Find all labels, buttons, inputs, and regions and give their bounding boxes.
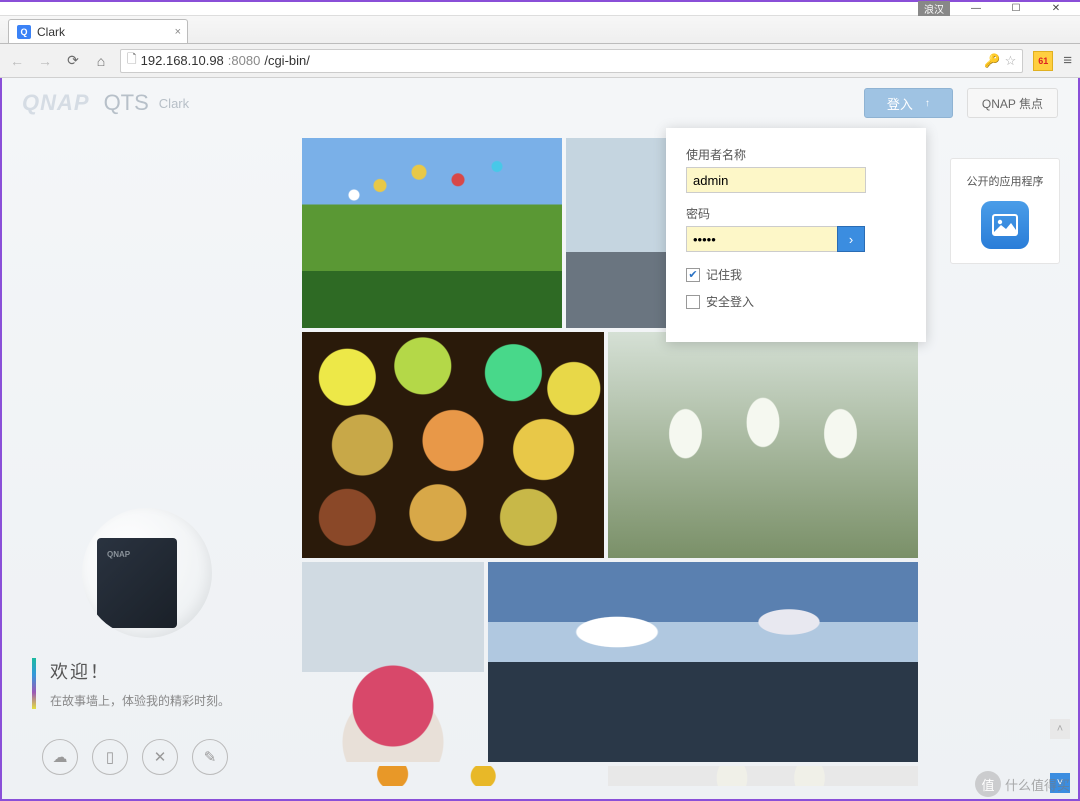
login-button[interactable]: 登入 ↑ — [864, 88, 953, 118]
nav-back-icon[interactable]: ← — [8, 53, 26, 69]
browser-tab[interactable]: Q Clark × — [8, 19, 188, 43]
key-icon[interactable]: 🔑 — [984, 53, 1000, 69]
photo-thumbnail[interactable] — [302, 766, 604, 786]
username-label: 使用者名称 — [686, 146, 906, 163]
window-minimize[interactable]: — — [956, 2, 996, 16]
remember-label: 记住我 — [706, 266, 742, 283]
browser-menu-icon[interactable]: ≡ — [1063, 52, 1072, 69]
login-popover: 使用者名称 密码 › ✔ 记住我 安全登入 — [666, 128, 926, 342]
watermark-text: 什么值得买 — [1005, 775, 1070, 794]
url-host: 192.168.10.98 — [141, 53, 224, 68]
photo-thumbnail[interactable] — [488, 562, 918, 762]
tools-icon[interactable]: ✕ — [142, 739, 178, 775]
mobile-icon[interactable]: ▯ — [92, 739, 128, 775]
watermark-badge: 值 — [975, 771, 1001, 797]
edit-icon[interactable]: ✎ — [192, 739, 228, 775]
qts-product: QTS — [104, 90, 149, 116]
scroll-up-icon[interactable]: ˄ — [1050, 719, 1070, 739]
extension-icon[interactable]: 61 — [1033, 51, 1053, 71]
watermark: 值 什么值得买 — [975, 771, 1070, 797]
password-input[interactable] — [686, 226, 838, 252]
photo-thumbnail[interactable] — [302, 562, 484, 762]
remember-checkbox[interactable]: ✔ — [686, 268, 700, 282]
window-titlebar: 浪汉 — ☐ ✕ — [0, 0, 1080, 16]
login-submit-button[interactable]: › — [837, 226, 865, 252]
browser-toolbar: ← → ⟳ ⌂ 🗋 192.168.10.98 :8080/cgi-bin/ 🔑 … — [0, 44, 1080, 78]
tab-close-icon[interactable]: × — [175, 26, 181, 38]
username-input[interactable] — [686, 167, 866, 193]
welcome-title: 欢迎！ — [50, 658, 282, 684]
bookmark-icon[interactable]: ☆ — [1005, 53, 1017, 69]
photo-thumbnail[interactable] — [302, 138, 562, 328]
window-maximize[interactable]: ☐ — [996, 2, 1036, 16]
welcome-subtitle: 在故事墙上，体验我的精彩时刻。 — [50, 692, 282, 709]
login-arrow-icon: ↑ — [925, 98, 930, 109]
nav-forward-icon[interactable]: → — [36, 53, 54, 69]
photo-app-icon[interactable] — [981, 201, 1029, 249]
device-name: Clark — [159, 96, 189, 111]
nav-reload-icon[interactable]: ⟳ — [64, 52, 82, 69]
tab-favicon: Q — [17, 25, 31, 39]
qts-header: QNAP QTS Clark 登入 ↑ QNAP 焦点 — [2, 78, 1078, 128]
browser-tabstrip: Q Clark × — [0, 16, 1080, 44]
public-apps-panel: 公开的应用程序 — [950, 158, 1060, 264]
tab-title: Clark — [37, 25, 65, 39]
device-image — [82, 508, 212, 638]
secure-login-checkbox[interactable] — [686, 295, 700, 309]
login-button-label: 登入 — [887, 94, 913, 113]
url-port: :8080 — [228, 53, 261, 68]
window-close[interactable]: ✕ — [1036, 2, 1076, 16]
page-content: QNAP QTS Clark 登入 ↑ QNAP 焦点 欢迎！ 在故事墙 — [0, 78, 1080, 801]
qnap-logo: QNAP — [22, 90, 90, 116]
photo-thumbnail[interactable] — [608, 766, 918, 786]
address-bar[interactable]: 🗋 192.168.10.98 :8080/cgi-bin/ 🔑 ☆ — [120, 49, 1023, 73]
secure-login-label: 安全登入 — [706, 293, 754, 310]
url-path: /cgi-bin/ — [264, 53, 310, 68]
titlebar-tag: 浪汉 — [918, 1, 950, 16]
public-apps-title: 公开的应用程序 — [959, 173, 1051, 189]
cloud-icon[interactable]: ☁ — [42, 739, 78, 775]
welcome-panel: 欢迎！ 在故事墙上，体验我的精彩时刻。 ☁ ▯ ✕ ✎ — [32, 508, 282, 775]
password-label: 密码 — [686, 205, 906, 222]
page-icon: 🗋 — [127, 50, 137, 71]
qnap-focus-button[interactable]: QNAP 焦点 — [967, 88, 1058, 118]
photo-thumbnail[interactable] — [302, 332, 604, 558]
photo-thumbnail[interactable] — [608, 332, 918, 558]
nav-home-icon[interactable]: ⌂ — [92, 53, 110, 69]
